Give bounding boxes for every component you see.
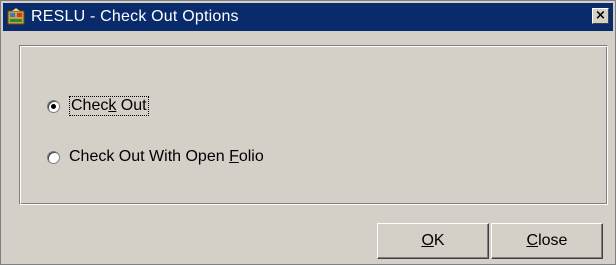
options-group — [19, 45, 608, 205]
ok-button[interactable]: OK — [377, 223, 489, 259]
window-title: RESLU - Check Out Options — [31, 8, 239, 25]
app-icon — [7, 8, 25, 26]
radio-button-selected-icon[interactable] — [47, 99, 60, 113]
radio-check-out[interactable]: Check Out — [47, 96, 149, 116]
check-out-options-dialog: RESLU - Check Out Options × Check Out Ch… — [0, 0, 616, 265]
radio-check-out-open-folio[interactable]: Check Out With Open Folio — [47, 148, 264, 166]
close-button[interactable]: Close — [491, 223, 603, 259]
radio-button-unselected-icon[interactable] — [47, 150, 60, 164]
close-window-button[interactable]: × — [592, 8, 609, 24]
radio-check-out-label: Check Out — [69, 96, 149, 116]
radio-check-out-open-folio-label: Check Out With Open Folio — [69, 148, 264, 165]
title-bar[interactable]: RESLU - Check Out Options × — [3, 3, 613, 31]
